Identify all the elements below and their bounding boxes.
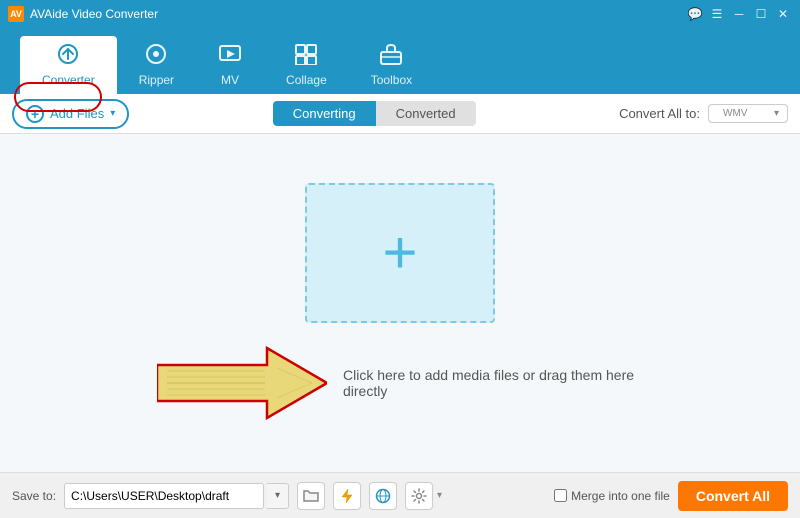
toolbox-label: Toolbox: [371, 73, 412, 87]
toolbox-icon: [379, 43, 403, 69]
nav-toolbox[interactable]: Toolbox: [349, 36, 434, 94]
title-bar-left: AV AVAide Video Converter: [8, 6, 158, 22]
collage-icon: [294, 43, 318, 69]
convert-all-to: Convert All to: WMV ▾: [619, 104, 788, 123]
convert-all-to-label: Convert All to:: [619, 106, 700, 121]
drop-zone[interactable]: +: [305, 183, 495, 323]
merge-label: Merge into one file: [571, 489, 670, 503]
arrow-container: Click here to add media files or drag th…: [157, 343, 643, 423]
converter-icon: [55, 43, 81, 69]
toolbar: + Add Files ▾ Converting Converted Conve…: [0, 94, 800, 134]
collage-label: Collage: [286, 73, 327, 87]
add-files-dropdown-icon[interactable]: ▾: [110, 108, 115, 119]
tab-converting[interactable]: Converting: [273, 101, 376, 126]
window-controls[interactable]: 💬 ☰ ─ ☐ ✕: [686, 5, 792, 23]
settings-dropdown-icon[interactable]: ▾: [437, 490, 442, 501]
nav-collage[interactable]: Collage: [264, 36, 349, 94]
close-button[interactable]: ✕: [774, 5, 792, 23]
save-path-dropdown[interactable]: ▾: [267, 483, 289, 509]
nav-mv[interactable]: MV: [196, 36, 264, 94]
format-select[interactable]: WMV ▾: [708, 104, 788, 123]
mv-icon: [218, 43, 242, 69]
merge-checkbox-input[interactable]: [554, 489, 567, 502]
add-files-circle-icon: +: [26, 105, 44, 123]
menu-icon[interactable]: ☰: [708, 5, 726, 23]
nav-converter[interactable]: Converter: [20, 36, 117, 94]
save-path-input[interactable]: [64, 483, 264, 509]
format-dropdown-icon: ▾: [774, 108, 779, 119]
converter-label: Converter: [42, 73, 95, 87]
add-files-button[interactable]: + Add Files ▾: [12, 99, 129, 129]
hint-text: Click here to add media files or drag th…: [343, 367, 643, 399]
spark-button[interactable]: [333, 482, 361, 510]
globe-button[interactable]: [369, 482, 397, 510]
mv-label: MV: [221, 73, 239, 87]
ripper-icon: [144, 43, 168, 69]
arrow-graphic: [157, 343, 327, 423]
save-to-label: Save to:: [12, 489, 56, 503]
folder-browse-button[interactable]: [297, 482, 325, 510]
bottom-bar: Save to: ▾ ▾ Merge into one file Convert…: [0, 472, 800, 518]
selected-format: WMV: [723, 108, 747, 119]
drop-zone-plus-icon: +: [382, 223, 417, 283]
convert-all-button[interactable]: Convert All: [678, 481, 788, 511]
app-logo: AV: [8, 6, 24, 22]
app-title: AVAide Video Converter: [30, 7, 158, 21]
ripper-label: Ripper: [139, 73, 174, 87]
nav-bar: Converter Ripper MV Collag: [0, 28, 800, 94]
title-bar: AV AVAide Video Converter 💬 ☰ ─ ☐ ✕: [0, 0, 800, 28]
minimize-button[interactable]: ─: [730, 5, 748, 23]
add-files-label: Add Files: [50, 106, 104, 121]
maximize-button[interactable]: ☐: [752, 5, 770, 23]
tab-group: Converting Converted: [273, 101, 476, 126]
tab-converted[interactable]: Converted: [376, 101, 476, 126]
chat-icon[interactable]: 💬: [686, 5, 704, 23]
nav-ripper[interactable]: Ripper: [117, 36, 196, 94]
merge-checkbox-label: Merge into one file: [554, 489, 670, 503]
main-content: + Click here to add media files or: [0, 134, 800, 472]
settings-button[interactable]: [405, 482, 433, 510]
